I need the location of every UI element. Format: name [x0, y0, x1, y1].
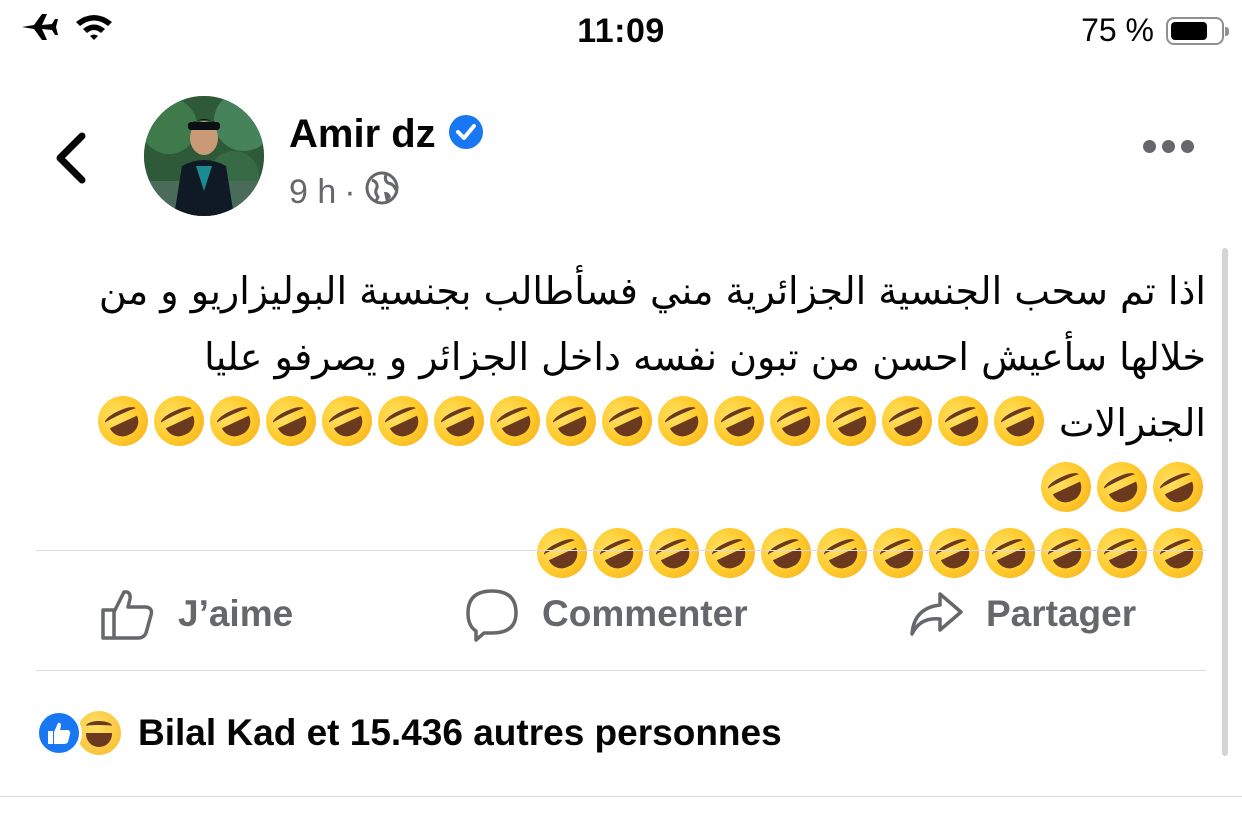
meta-separator: ·	[344, 173, 356, 211]
rolling-on-the-floor-laughing-emoji	[808, 519, 876, 587]
share-button[interactable]: Partager	[908, 586, 1136, 642]
chevron-left-icon	[56, 132, 86, 184]
comment-label: Commenter	[542, 593, 748, 634]
post-text-line: خلالها سأعيش احسن من تبون نفسه داخل الجز…	[204, 335, 1206, 379]
like-button[interactable]: J’aime	[100, 586, 293, 642]
rolling-on-the-floor-laughing-emoji	[1144, 453, 1212, 521]
divider	[36, 550, 1206, 551]
rolling-on-the-floor-laughing-emoji	[817, 387, 885, 455]
rolling-on-the-floor-laughing-emoji	[864, 519, 932, 587]
rolling-on-the-floor-laughing-emoji	[528, 519, 596, 587]
back-button[interactable]	[48, 128, 98, 188]
status-time: 11:09	[577, 12, 665, 50]
reactions-summary-text: Bilal Kad et 15.436 autres personnes	[138, 712, 782, 753]
battery-icon	[1166, 16, 1229, 45]
rolling-on-the-floor-laughing-emoji	[201, 387, 269, 455]
rolling-on-the-floor-laughing-emoji	[537, 387, 605, 455]
globe-icon	[364, 170, 400, 215]
rolling-on-the-floor-laughing-emoji	[640, 519, 708, 587]
rolling-on-the-floor-laughing-emoji	[929, 387, 997, 455]
rolling-on-the-floor-laughing-emoji	[920, 519, 988, 587]
avatar-photo	[144, 96, 264, 216]
rolling-on-the-floor-laughing-emoji	[145, 387, 213, 455]
rolling-on-the-floor-laughing-emoji	[696, 519, 764, 587]
post-text-line-with-emojis: الجنرالات	[66, 387, 1212, 522]
more-options-button[interactable]	[1143, 140, 1194, 153]
rolling-on-the-floor-laughing-emoji	[761, 387, 829, 455]
rolling-on-the-floor-laughing-emoji	[313, 387, 381, 455]
bottom-divider	[0, 796, 1242, 797]
post-text-line: الجنرالات	[1058, 401, 1206, 445]
post-meta: 9 h ·	[289, 170, 400, 215]
emoji-run	[528, 519, 1212, 587]
rolling-on-the-floor-laughing-emoji	[481, 387, 549, 455]
share-arrow-icon	[910, 592, 963, 636]
post-time[interactable]: 9 h	[289, 173, 336, 212]
reactions-summary[interactable]: Bilal Kad et 15.436 autres personnes	[36, 708, 782, 758]
more-dot	[1181, 140, 1194, 153]
author-row: Amir dz	[289, 112, 484, 157]
rolling-on-the-floor-laughing-emoji	[425, 387, 493, 455]
rolling-on-the-floor-laughing-emoji	[705, 387, 773, 455]
scrollbar[interactable]	[1222, 248, 1228, 756]
post-text: اذا تم سحب الجنسية الجزائرية مني فسأطالب…	[66, 258, 1212, 588]
divider	[36, 670, 1206, 671]
rolling-on-the-floor-laughing-emoji	[1088, 519, 1156, 587]
rolling-on-the-floor-laughing-emoji	[369, 387, 437, 455]
more-dot	[1143, 140, 1156, 153]
thumbs-up-icon	[101, 590, 154, 640]
rolling-on-the-floor-laughing-emoji	[584, 519, 652, 587]
rolling-on-the-floor-laughing-emoji	[1088, 453, 1156, 521]
verified-badge-icon	[448, 114, 484, 155]
rolling-on-the-floor-laughing-emoji	[1032, 453, 1100, 521]
rolling-on-the-floor-laughing-emoji	[985, 387, 1053, 455]
share-label: Partager	[986, 593, 1137, 634]
rolling-on-the-floor-laughing-emoji	[752, 519, 820, 587]
rolling-on-the-floor-laughing-emoji	[976, 519, 1044, 587]
rolling-on-the-floor-laughing-emoji	[1144, 519, 1212, 587]
battery-percent: 75 %	[1081, 12, 1154, 48]
rolling-on-the-floor-laughing-emoji	[649, 387, 717, 455]
rolling-on-the-floor-laughing-emoji	[873, 387, 941, 455]
more-dot	[1162, 140, 1175, 153]
post-emoji-line	[66, 519, 1212, 588]
facebook-post-screen: 11:09 75 % Amir dz 9 h · اذا تم سحب الجن…	[0, 0, 1242, 813]
post-text-line: اذا تم سحب الجنسية الجزائرية مني فسأطالب…	[98, 269, 1206, 313]
author-name[interactable]: Amir dz	[289, 112, 436, 157]
author-avatar[interactable]	[144, 96, 264, 216]
emoji-run	[89, 387, 1212, 521]
like-label: J’aime	[178, 593, 294, 634]
rolling-on-the-floor-laughing-emoji	[1032, 519, 1100, 587]
like-reaction-icon	[36, 710, 82, 756]
rolling-on-the-floor-laughing-emoji	[89, 387, 157, 455]
status-right: 75 %	[1081, 12, 1229, 49]
status-bar: 11:09 75 %	[0, 0, 1242, 64]
comment-button[interactable]: Commenter	[464, 586, 748, 642]
comment-icon	[466, 589, 518, 642]
rolling-on-the-floor-laughing-emoji	[593, 387, 661, 455]
battery-level-fill	[1171, 21, 1207, 40]
rolling-on-the-floor-laughing-emoji	[257, 387, 325, 455]
